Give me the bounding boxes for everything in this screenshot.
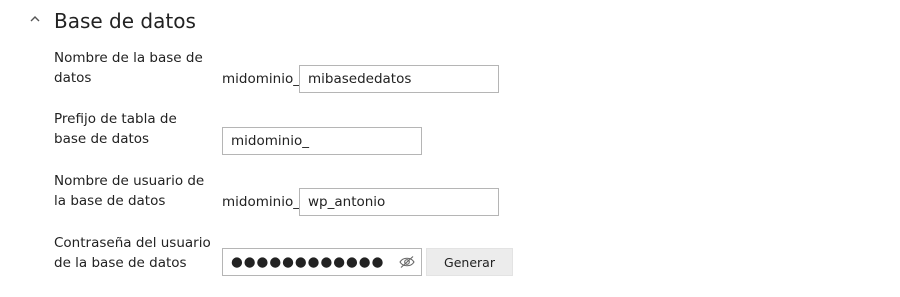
table-prefix-label-line1: Prefijo de tabla de — [54, 111, 177, 127]
table-prefix-label: Prefijo de tabla de base de datos — [54, 109, 177, 149]
table-prefix-input[interactable] — [222, 127, 422, 155]
db-name-prefix: midominio_ — [222, 71, 300, 87]
db-password-input[interactable] — [223, 249, 393, 275]
section-title: Base de datos — [54, 9, 196, 33]
db-user-prefix: midominio_ — [222, 194, 300, 210]
db-name-input[interactable] — [299, 65, 499, 93]
db-user-label-line1: Nombre de usuario de — [54, 173, 205, 189]
db-user-label: Nombre de usuario de la base de datos — [54, 171, 204, 211]
eye-slash-icon[interactable] — [399, 255, 415, 269]
db-password-label-line2: de la base de datos — [54, 255, 187, 271]
generate-password-button[interactable]: Generar — [426, 248, 513, 276]
db-name-label-line2: datos — [54, 70, 92, 86]
db-user-label-line2: la base de datos — [54, 193, 166, 209]
db-name-label: Nombre de la base de datos — [54, 48, 203, 88]
db-password-label-line1: Contraseña del usuario — [54, 235, 211, 251]
db-password-label: Contraseña del usuario de la base de dat… — [54, 233, 211, 273]
table-prefix-label-line2: base de datos — [54, 131, 150, 147]
chevron-up-icon[interactable] — [28, 12, 42, 26]
db-user-input[interactable] — [299, 188, 499, 216]
db-password-field — [222, 248, 422, 276]
db-name-label-line1: Nombre de la base de — [54, 50, 203, 66]
